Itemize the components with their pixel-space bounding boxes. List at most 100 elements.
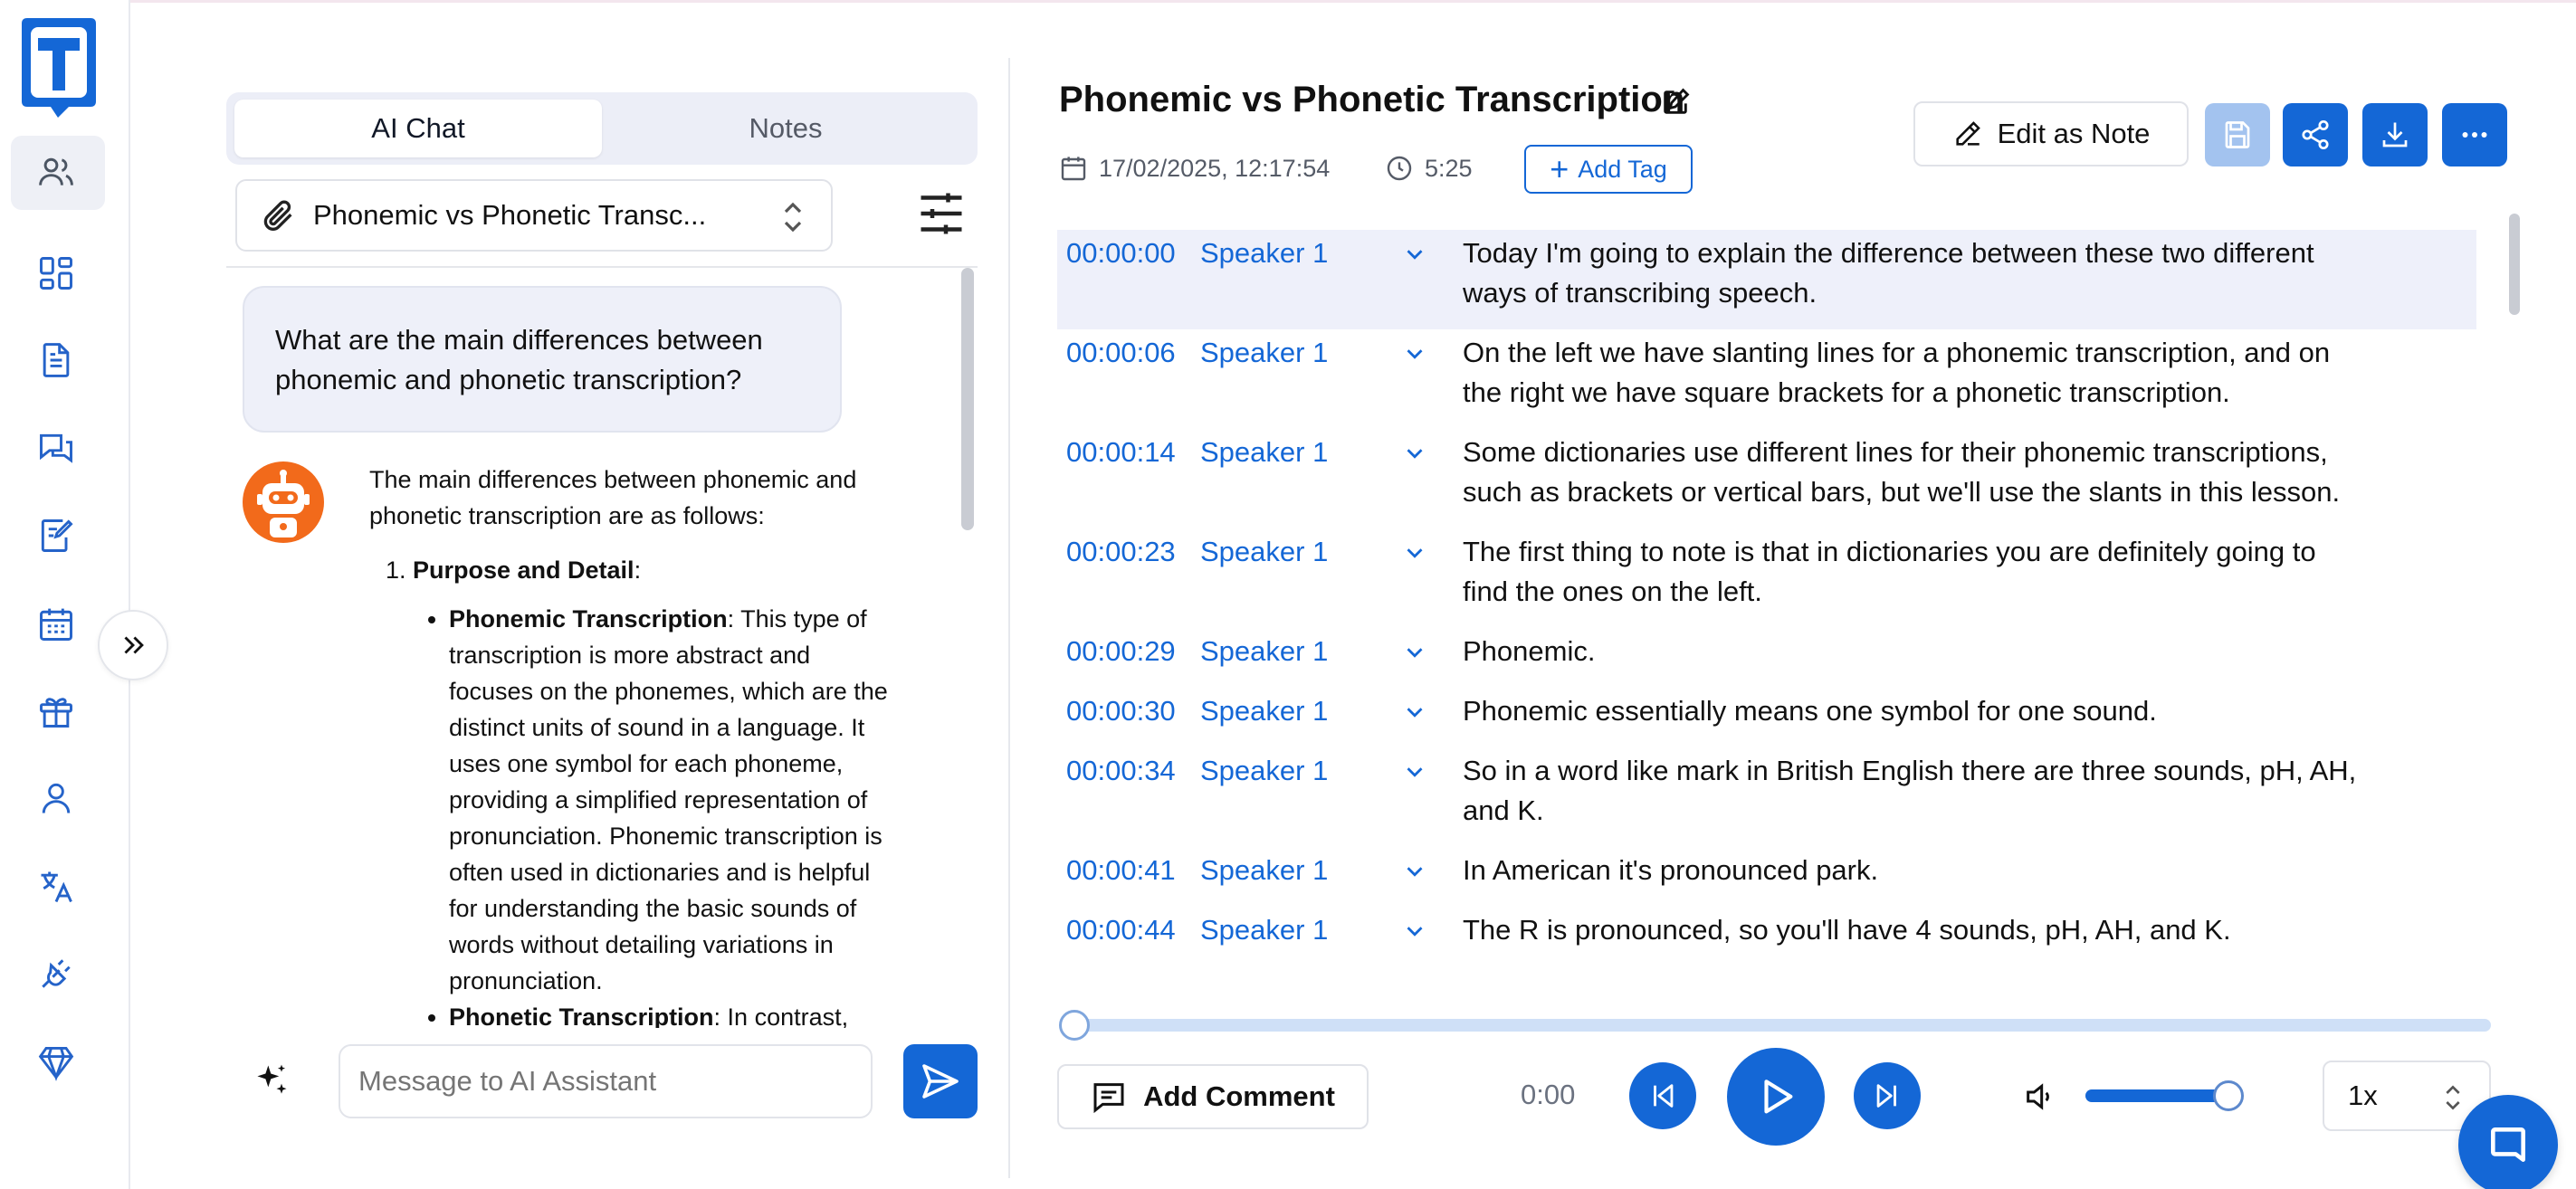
speaker-label[interactable]: Speaker 1 (1200, 851, 1328, 890)
transcript-text[interactable]: Today I'm going to explain the differenc… (1463, 233, 2377, 313)
document-icon[interactable] (34, 338, 78, 382)
transcript-list: 00:00:00 Speaker 1 Today I'm going to expl… (1057, 230, 2476, 975)
gift-icon[interactable] (34, 690, 78, 733)
translate-icon[interactable] (34, 865, 78, 908)
chat-icon[interactable] (34, 427, 78, 471)
edit-title-button[interactable] (1660, 87, 1691, 118)
speaker-label[interactable]: Speaker 1 (1200, 751, 1328, 791)
expand-sidebar-button[interactable] (98, 610, 168, 680)
plug-icon[interactable] (34, 952, 78, 995)
transcript-file-select[interactable]: Phonemic vs Phonetic Transc... (235, 179, 833, 252)
clock-icon (1387, 156, 1412, 181)
speaker-label[interactable]: Speaker 1 (1200, 691, 1328, 731)
timestamp-link[interactable]: 00:00:14 (1066, 433, 1176, 472)
tab-notes[interactable]: Notes (602, 100, 969, 157)
transcript-text[interactable]: Some dictionaries use different lines fo… (1463, 433, 2377, 512)
timestamp-link[interactable]: 00:00:23 (1066, 532, 1176, 572)
calendar-icon[interactable] (34, 603, 78, 646)
dashboard-icon[interactable] (34, 252, 78, 295)
transcript-row[interactable]: 00:00:41 Speaker 1 In American it's pronou… (1057, 847, 2476, 907)
app-logo[interactable] (18, 14, 100, 119)
speaker-dropdown-chevron-icon[interactable] (1401, 440, 1428, 467)
edit-as-note-label: Edit as Note (1997, 118, 2151, 149)
skip-back-button[interactable] (1629, 1062, 1696, 1129)
speaker-dropdown-chevron-icon[interactable] (1401, 699, 1428, 726)
edit-as-note-button[interactable]: Edit as Note (1913, 101, 2189, 166)
send-button[interactable] (903, 1044, 978, 1118)
list-heading: Purpose and Detail (413, 556, 634, 584)
diamond-icon[interactable] (34, 1041, 78, 1084)
speaker-dropdown-chevron-icon[interactable] (1401, 539, 1428, 566)
transcript-text[interactable]: So in a word like mark in British Englis… (1463, 751, 2377, 831)
more-options-button[interactable] (2442, 103, 2507, 166)
list-item: Phonetic Transcription: In contrast, (449, 999, 894, 1028)
speaker-label[interactable]: Speaker 1 (1200, 532, 1328, 572)
user-message-bubble: What are the main differences between ph… (243, 286, 842, 433)
transcript-text[interactable]: The R is pronounced, so you'll have 4 so… (1463, 910, 2377, 950)
speaker-dropdown-chevron-icon[interactable] (1401, 758, 1428, 785)
speaker-dropdown-chevron-icon[interactable] (1401, 918, 1428, 945)
transcript-row[interactable]: 00:00:00 Speaker 1 Today I'm going to expl… (1057, 230, 2476, 329)
list-item: Phonemic Transcription: This type of tra… (449, 601, 894, 999)
transcript-row[interactable]: 00:00:29 Speaker 1 Phonemic. (1057, 628, 2476, 688)
transcript-row[interactable]: 00:00:34 Speaker 1 So in a word like mark … (1057, 747, 2476, 847)
volume-slider-track[interactable] (2085, 1089, 2228, 1102)
speaker-label[interactable]: Speaker 1 (1200, 433, 1328, 472)
speaker-dropdown-chevron-icon[interactable] (1401, 241, 1428, 268)
speaker-dropdown-chevron-icon[interactable] (1401, 639, 1428, 666)
users-icon[interactable] (34, 150, 78, 194)
transcript-text[interactable]: The first thing to note is that in dicti… (1463, 532, 2377, 612)
speaker-dropdown-chevron-icon[interactable] (1401, 858, 1428, 885)
add-comment-button[interactable]: Add Comment (1057, 1064, 1369, 1129)
duration-text: 5:25 (1425, 154, 1473, 182)
download-button[interactable] (2362, 103, 2428, 166)
chat-message-input[interactable] (339, 1044, 873, 1118)
transcript-row[interactable]: 00:00:06 Speaker 1 On the left we have sla… (1057, 329, 2476, 429)
chat-settings-button[interactable] (914, 186, 968, 241)
volume-slider-knob[interactable] (2213, 1080, 2244, 1111)
current-time: 0:00 (1521, 1079, 1576, 1110)
notebook-edit-icon[interactable] (34, 514, 78, 557)
transcript-row[interactable]: 00:00:30 Speaker 1 Phonemic essentially me… (1057, 688, 2476, 747)
support-chat-button[interactable] (2458, 1095, 2558, 1189)
share-button[interactable] (2283, 103, 2348, 166)
add-tag-button[interactable]: + Add Tag (1524, 145, 1693, 194)
speaker-dropdown-chevron-icon[interactable] (1401, 340, 1428, 367)
transcript-row[interactable]: 00:00:14 Speaker 1 Some dictionaries use d… (1057, 429, 2476, 528)
bullet-text: : This type of transcription is more abs… (449, 605, 888, 994)
assistant-intro: The main differences between phonemic an… (369, 466, 857, 529)
user-icon[interactable] (34, 776, 78, 820)
volume-icon[interactable] (2022, 1079, 2058, 1115)
transcript-text[interactable]: Phonemic. (1463, 632, 2377, 671)
speaker-label[interactable]: Speaker 1 (1200, 632, 1328, 671)
transcript-text[interactable]: On the left we have slanting lines for a… (1463, 333, 2377, 413)
panel-divider[interactable] (1008, 58, 1010, 1178)
timestamp-link[interactable]: 00:00:06 (1066, 333, 1176, 373)
skip-forward-button[interactable] (1854, 1062, 1921, 1129)
transcript-row[interactable]: 00:00:44 Speaker 1 The R is pronounced, so… (1057, 907, 2476, 966)
timestamp-link[interactable]: 00:00:00 (1066, 233, 1176, 273)
timestamp-link[interactable]: 00:00:30 (1066, 691, 1176, 731)
speaker-label[interactable]: Speaker 1 (1200, 910, 1328, 950)
chat-scrollbar[interactable] (961, 268, 974, 530)
transcript-row[interactable]: 00:00:23 Speaker 1 The first thing to note… (1057, 528, 2476, 628)
timestamp-link[interactable]: 00:00:41 (1066, 851, 1176, 890)
play-button[interactable] (1727, 1048, 1825, 1146)
timestamp-link[interactable]: 00:00:34 (1066, 751, 1176, 791)
transcript-line: The first thing to note is that in dicti… (1463, 536, 2316, 567)
speaker-label[interactable]: Speaker 1 (1200, 333, 1328, 373)
save-button[interactable] (2205, 103, 2270, 166)
transcript-text[interactable]: In American it's pronounced park. (1463, 851, 2377, 890)
timestamp-link[interactable]: 00:00:29 (1066, 632, 1176, 671)
ai-suggest-button[interactable] (252, 1061, 291, 1100)
speaker-label[interactable]: Speaker 1 (1200, 233, 1328, 273)
playback-progress-knob[interactable] (1059, 1010, 1090, 1041)
share-icon (2302, 119, 2329, 150)
playback-progress-track[interactable] (1073, 1019, 2491, 1032)
transcript-text[interactable]: Phonemic essentially means one symbol fo… (1463, 691, 2377, 731)
chat-messages: What are the main differences between ph… (226, 268, 958, 1028)
transcript-scrollbar[interactable] (2509, 214, 2520, 315)
tab-ai-chat[interactable]: AI Chat (234, 100, 602, 157)
timestamp-link[interactable]: 00:00:44 (1066, 910, 1176, 950)
transcript-line: the right we have square brackets for a … (1463, 376, 2230, 408)
